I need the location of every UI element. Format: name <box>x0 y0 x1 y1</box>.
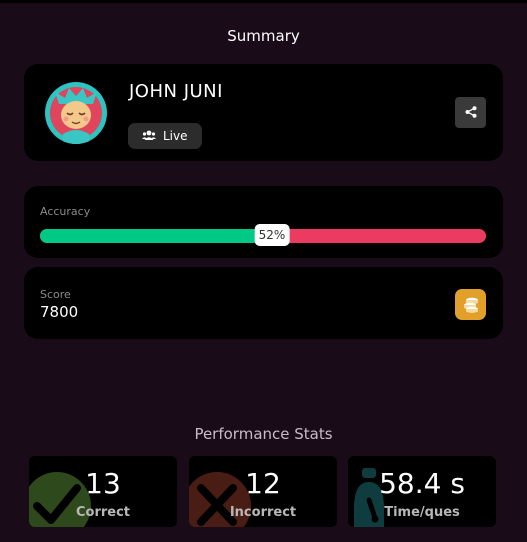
stat-card-correct: 13 Correct <box>29 456 177 527</box>
live-status-badge: Live <box>128 123 202 149</box>
page-title: Summary <box>227 27 300 45</box>
accuracy-bar-fill <box>40 229 272 243</box>
accuracy-label: Accuracy <box>40 205 91 218</box>
performance-stats-heading: Performance Stats <box>194 425 333 443</box>
coins-icon <box>455 289 486 320</box>
live-label: Live <box>163 129 188 143</box>
time-label: Time/ques <box>384 505 460 520</box>
player-card: JOHN JUNI Live <box>24 64 503 161</box>
accuracy-card: Accuracy 52% <box>24 186 503 258</box>
summary-page: Summary JOHN JUNI Live Accuracy 52% Scor… <box>0 0 527 542</box>
monster-avatar-icon <box>45 82 107 144</box>
time-per-question: 58.4 s <box>379 467 465 500</box>
accuracy-bar: 52% <box>40 224 486 246</box>
accuracy-percent: 52% <box>254 224 290 246</box>
incorrect-label: Incorrect <box>229 505 297 520</box>
correct-count: 13 <box>85 467 121 500</box>
group-icon <box>142 129 156 143</box>
share-icon <box>465 103 477 122</box>
correct-label: Correct <box>75 505 131 520</box>
player-name: JOHN JUNI <box>129 81 223 102</box>
score-card: Score 7800 <box>24 267 503 339</box>
stat-card-time: 58.4 s Time/ques <box>348 456 496 527</box>
stat-card-incorrect: 12 Incorrect <box>189 456 337 527</box>
share-button[interactable] <box>455 97 486 128</box>
incorrect-count: 12 <box>245 467 281 500</box>
score-label: Score <box>40 288 71 301</box>
score-value: 7800 <box>40 303 79 321</box>
